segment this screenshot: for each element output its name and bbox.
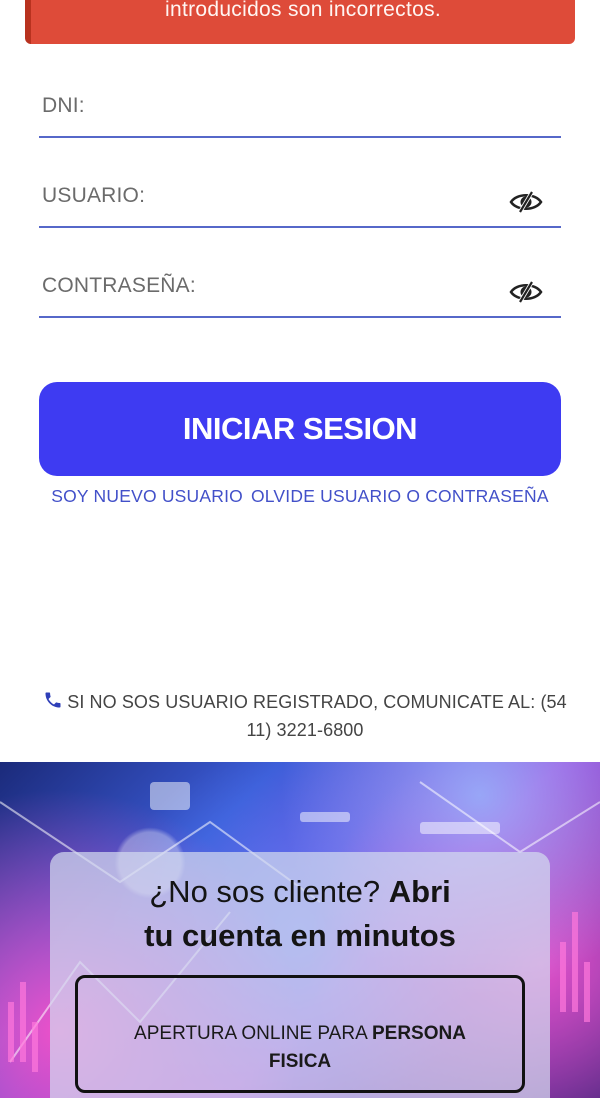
user-input[interactable] bbox=[39, 166, 561, 226]
auth-links: SOY NUEVO USUARIO OLVIDE USUARIO O CONTRA… bbox=[0, 486, 600, 507]
contact-text[interactable]: SI NO SOS USUARIO REGISTRADO, COMUNICATE… bbox=[67, 692, 567, 740]
dni-input[interactable] bbox=[39, 76, 561, 136]
eye-slash-icon[interactable] bbox=[509, 280, 543, 304]
error-alert-message: introducidos son incorrectos. bbox=[165, 0, 441, 21]
promo-banner: ¿No sos cliente? Abri tu cuenta en minut… bbox=[0, 762, 600, 1098]
password-input[interactable] bbox=[39, 256, 561, 316]
login-button[interactable]: INICIAR SESION bbox=[39, 382, 561, 476]
eye-slash-icon[interactable] bbox=[509, 190, 543, 214]
title-regular-text: ¿No sos cliente? bbox=[149, 874, 389, 909]
title-bold-text-2: tu cuenta en minutos bbox=[144, 918, 456, 953]
contact-info: SI NO SOS USUARIO REGISTRADO, COMUNICATE… bbox=[30, 688, 580, 744]
dni-field[interactable]: DNI: bbox=[39, 76, 561, 138]
forgot-credentials-link[interactable]: OLVIDE USUARIO O CONTRASEÑA bbox=[251, 486, 549, 506]
open-account-card: ¿No sos cliente? Abri tu cuenta en minut… bbox=[50, 852, 550, 1098]
cta-regular-text: APERTURA ONLINE PARA bbox=[134, 1023, 372, 1044]
open-account-person-button[interactable]: APERTURA ONLINE PARA PERSONA FISICA bbox=[75, 975, 525, 1093]
new-user-link[interactable]: SOY NUEVO USUARIO bbox=[51, 486, 243, 506]
open-account-title: ¿No sos cliente? Abri tu cuenta en minut… bbox=[50, 870, 550, 958]
error-alert: introducidos son incorrectos. bbox=[25, 0, 575, 44]
phone-icon[interactable] bbox=[43, 690, 63, 710]
title-bold-text-1: Abri bbox=[388, 874, 451, 909]
user-field[interactable]: USUARIO: bbox=[39, 166, 561, 228]
password-field[interactable]: CONTRASEÑA: bbox=[39, 256, 561, 318]
